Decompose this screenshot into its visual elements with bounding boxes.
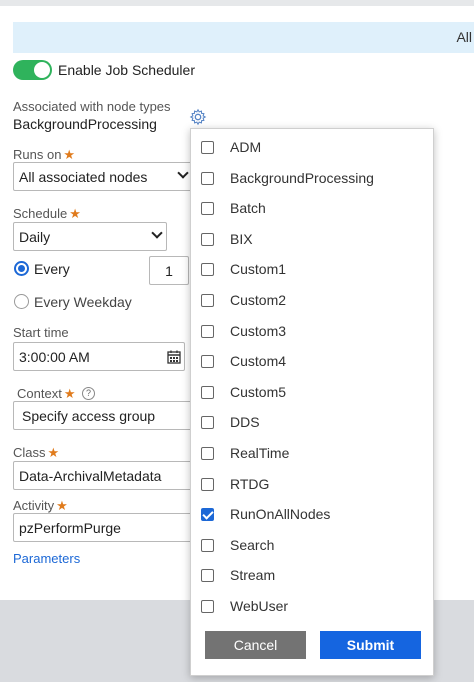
node-type-option-label: Custom5 (230, 383, 287, 400)
parameters-link[interactable]: Parameters (13, 551, 80, 566)
node-type-option[interactable]: DDS (191, 406, 433, 436)
enable-job-scheduler-toggle[interactable] (13, 60, 52, 80)
every-count-input[interactable]: 1 (149, 256, 189, 285)
schedule-value: Daily (19, 229, 51, 245)
checkbox[interactable] (201, 202, 214, 216)
schedule-label-text: Schedule (13, 206, 68, 221)
info-banner: All (13, 22, 474, 53)
banner-text: All (456, 29, 472, 45)
required-marker: ★ (56, 498, 68, 513)
activity-field[interactable]: pzPerformPurge (13, 513, 193, 542)
cancel-button[interactable]: Cancel (205, 631, 306, 659)
required-marker: ★ (69, 206, 81, 221)
node-type-option-label: BIX (230, 230, 253, 247)
checkbox[interactable] (201, 569, 214, 583)
node-type-option[interactable]: RealTime (191, 437, 433, 467)
node-type-option-label: Custom3 (230, 322, 287, 339)
node-type-option[interactable]: Custom2 (191, 284, 433, 314)
toggle-label: Enable Job Scheduler (58, 62, 195, 78)
checkbox[interactable] (201, 171, 214, 185)
checkbox[interactable] (201, 416, 214, 430)
node-type-option[interactable]: ADM (191, 131, 433, 161)
context-field[interactable]: Specify access group (13, 401, 193, 430)
node-type-option[interactable]: RTDG (191, 468, 433, 498)
context-label-text: Context (17, 386, 62, 401)
every-weekday-label: Every Weekday (34, 294, 132, 310)
every-radio[interactable] (14, 261, 29, 276)
node-type-option[interactable]: Custom4 (191, 345, 433, 375)
checkbox[interactable] (201, 263, 214, 277)
runs-on-select[interactable]: All associated nodes (13, 162, 193, 191)
node-types-value: BackgroundProcessing (13, 116, 157, 132)
node-type-option[interactable]: BIX (191, 223, 433, 253)
every-radio-label: Every (34, 261, 70, 277)
class-field[interactable]: Data-ArchivalMetadata (13, 461, 193, 490)
class-label-text: Class (13, 445, 46, 460)
node-type-option-label: Custom2 (230, 292, 287, 308)
node-type-option-label: WebUser (230, 598, 289, 614)
node-type-option[interactable]: RunOnAllNodes (191, 498, 433, 528)
class-label: Class ★ (13, 445, 59, 461)
checkbox[interactable] (201, 447, 214, 460)
node-type-option-label: BackgroundProcessing (230, 169, 374, 186)
checkbox[interactable] (201, 232, 214, 246)
checkbox[interactable] (201, 538, 214, 552)
node-type-option-label: RealTime (230, 445, 290, 461)
node-type-option[interactable]: Custom1 (191, 253, 433, 283)
runs-on-value: All associated nodes (19, 169, 148, 185)
node-types-label: Associated with node types (13, 99, 171, 114)
required-marker: ★ (63, 147, 76, 162)
start-time-value: 3:00:00 AM (19, 349, 90, 365)
node-type-option-label: ADM (230, 139, 262, 155)
checkbox[interactable] (201, 355, 214, 369)
node-type-option-label: Stream (230, 567, 276, 584)
chevron-down-icon (151, 227, 163, 239)
node-type-option[interactable]: Search (191, 529, 433, 559)
node-type-option-label: DDS (230, 414, 260, 431)
node-types-dropdown: Cancel Submit ADM BackgroundProcessing Bat… (190, 128, 434, 676)
node-type-option[interactable]: Custom3 (191, 315, 433, 345)
node-type-option[interactable]: BackgroundProcessing (191, 162, 433, 192)
node-type-option-label: RTDG (230, 475, 270, 492)
checkbox[interactable] (201, 294, 214, 307)
checkbox[interactable] (201, 385, 214, 399)
node-type-option[interactable]: WebUser (191, 590, 433, 620)
checkbox[interactable] (201, 508, 214, 522)
schedule-label: Schedule ★ (13, 206, 81, 222)
start-time-input[interactable]: 3:00:00 AM (13, 342, 185, 371)
node-type-option[interactable]: Stream (191, 559, 433, 589)
chevron-down-icon (177, 167, 189, 179)
runs-on-label: Runs on ★ (13, 147, 75, 163)
activity-label: Activity ★ (13, 498, 68, 514)
help-icon[interactable]: ? (82, 387, 95, 400)
checkbox[interactable] (201, 141, 214, 154)
runs-on-label-text: Runs on (13, 147, 62, 162)
node-type-option[interactable]: Custom5 (191, 376, 433, 406)
schedule-select[interactable]: Daily (13, 222, 167, 251)
node-type-option-label: Search (230, 536, 275, 553)
node-type-option-label: Custom4 (230, 353, 287, 370)
checkbox[interactable] (201, 324, 214, 338)
start-time-label: Start time (13, 325, 69, 340)
submit-button[interactable]: Submit (320, 631, 421, 659)
node-type-option[interactable]: Batch (191, 192, 433, 222)
calendar-icon[interactable] (167, 350, 181, 364)
every-weekday-radio[interactable] (14, 294, 29, 309)
gear-icon[interactable] (189, 108, 207, 126)
toggle-knob (34, 62, 50, 78)
activity-label-text: Activity (13, 498, 55, 513)
node-type-option-label: Batch (230, 200, 266, 217)
top-divider (0, 0, 474, 6)
checkbox[interactable] (201, 600, 214, 613)
node-type-option-label: Custom1 (230, 261, 287, 278)
required-marker: ★ (47, 445, 60, 460)
node-type-option-label: RunOnAllNodes (230, 506, 331, 523)
required-marker: ★ (63, 386, 76, 401)
context-label: Context ★ (17, 386, 75, 402)
checkbox[interactable] (201, 477, 214, 491)
